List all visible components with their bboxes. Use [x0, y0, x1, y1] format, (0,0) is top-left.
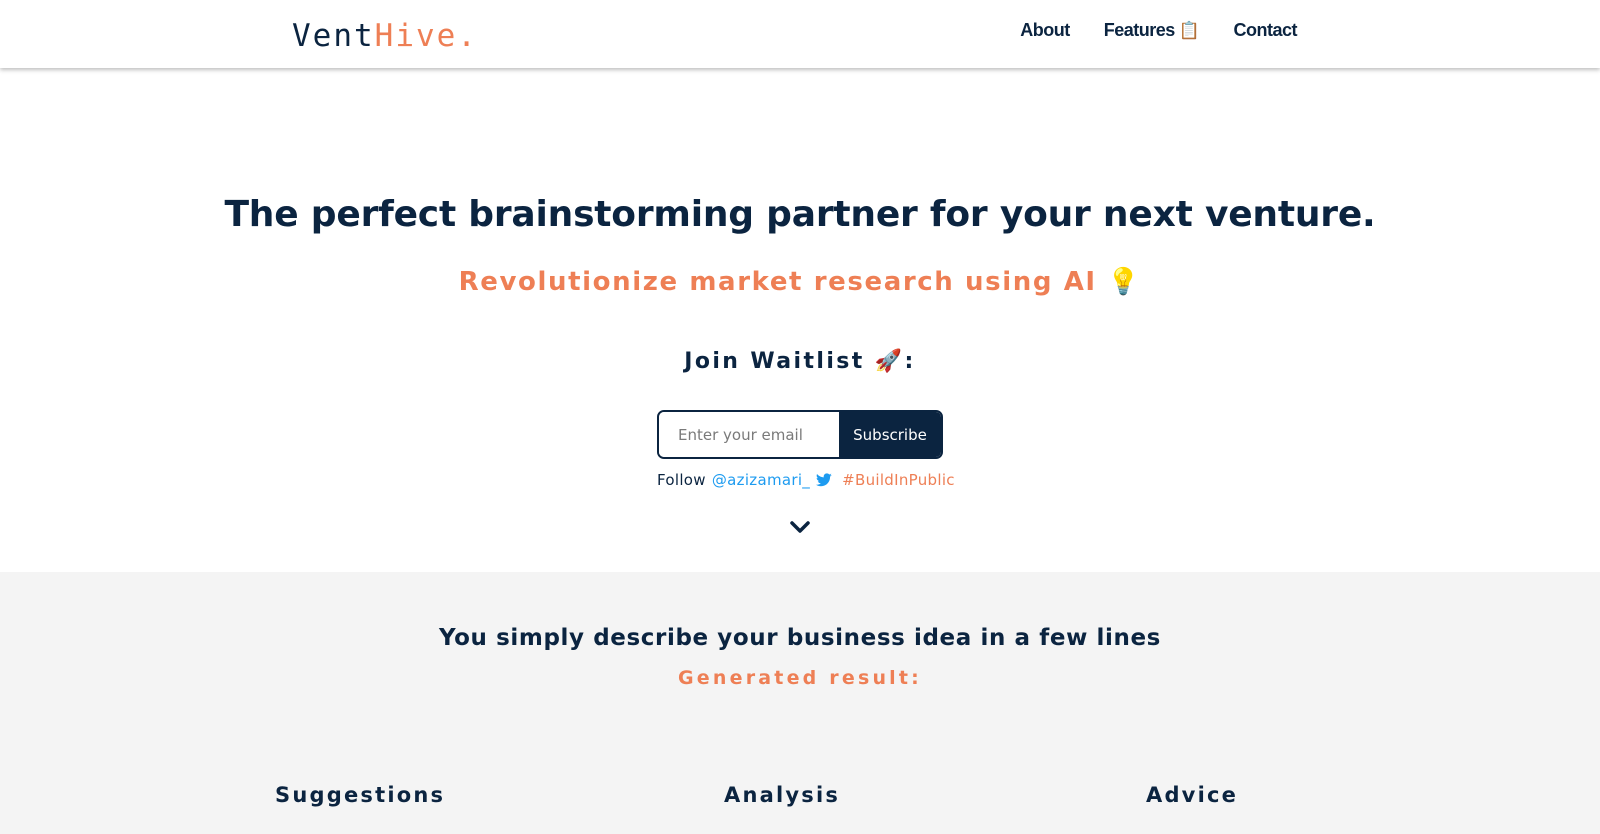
hero-subheadline: Revolutionize market research using AI 💡 [458, 267, 1142, 297]
follow-text: Follow [657, 471, 706, 489]
nav-features-label: Features [1103, 20, 1176, 40]
advice-heading: Advice [1146, 783, 1239, 807]
waitlist-label: Join Waitlist 🚀: [684, 349, 916, 374]
features-title: You simply describe your business idea i… [439, 625, 1161, 651]
twitter-bird-icon[interactable] [816, 473, 832, 487]
email-input[interactable] [659, 412, 839, 457]
hero-headline: The perfect brainstorming partner for yo… [224, 194, 1376, 235]
follow-line: Follow @azizamari_ #BuildInPublic [657, 468, 955, 492]
twitter-handle-link[interactable]: @azizamari_ [712, 468, 810, 492]
generated-result-label: Generated result: [678, 667, 922, 689]
logo[interactable]: VentHive. [292, 14, 478, 58]
logo-accent: Hive. [374, 18, 478, 54]
subscribe-form: Subscribe [657, 410, 943, 459]
features-section: You simply describe your business idea i… [0, 572, 1600, 834]
logo-main: Vent [292, 18, 375, 54]
suggestions-heading: Suggestions [275, 783, 446, 807]
subscribe-button[interactable]: Subscribe [839, 412, 941, 457]
hero-section: The perfect brainstorming partner for yo… [0, 68, 1600, 572]
nav-contact-link[interactable]: Contact [1234, 20, 1298, 41]
nav-features-link[interactable]: Features 📋 [1104, 20, 1200, 41]
navbar: VentHive. About Features 📋 Contact [0, 0, 1600, 68]
hashtag-link[interactable]: #BuildInPublic [842, 468, 955, 492]
clipboard-icon: 📋 [1178, 21, 1200, 40]
chevron-down-icon[interactable] [789, 519, 811, 535]
analysis-heading: Analysis [724, 783, 841, 807]
nav-about-link[interactable]: About [1020, 20, 1070, 41]
nav-links: About Features 📋 Contact [1020, 20, 1297, 41]
